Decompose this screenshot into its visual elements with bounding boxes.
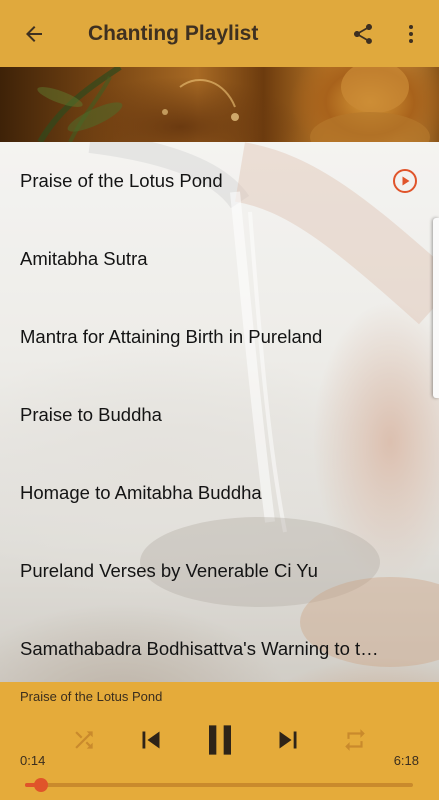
track-title: Praise of the Lotus Pond bbox=[20, 170, 223, 191]
track-title: Praise to Buddha bbox=[20, 404, 162, 425]
track-title: Pureland Verses by Venerable Ci Yu bbox=[20, 560, 318, 581]
current-time: 0:14 bbox=[20, 753, 46, 768]
total-time: 6:18 bbox=[393, 753, 419, 768]
arrow-left-icon bbox=[25, 25, 42, 42]
list-item[interactable]: Pureland Verses by Venerable Ci Yu bbox=[0, 532, 439, 610]
list-item[interactable]: Amitabha Sutra bbox=[0, 220, 439, 298]
skip-previous-icon bbox=[142, 731, 160, 749]
more-options-button[interactable] bbox=[387, 0, 435, 67]
shuffle-button[interactable] bbox=[62, 718, 106, 762]
more-vert-icon bbox=[409, 24, 413, 43]
seek-bar-thumb[interactable] bbox=[33, 778, 48, 792]
pause-icon bbox=[209, 725, 231, 755]
back-button[interactable] bbox=[0, 0, 67, 67]
page-title: Chanting Playlist bbox=[88, 21, 259, 45]
list-item[interactable]: Samathabadra Bodhisattva's Warning to th… bbox=[0, 610, 439, 682]
skip-next-icon bbox=[279, 731, 297, 749]
track-title: Amitabha Sutra bbox=[20, 248, 148, 269]
share-icon bbox=[354, 23, 372, 44]
playlist: Praise of the Lotus Pond Amitabha Sutra … bbox=[0, 142, 439, 682]
share-button[interactable] bbox=[339, 0, 387, 67]
previous-button[interactable] bbox=[127, 718, 175, 762]
seek-bar[interactable] bbox=[25, 778, 413, 792]
repeat-button[interactable] bbox=[333, 718, 377, 762]
repeat-icon bbox=[345, 729, 365, 751]
track-title: Homage to Amitabha Buddha bbox=[20, 482, 262, 503]
list-item[interactable]: Praise of the Lotus Pond bbox=[0, 142, 439, 220]
header-banner-image bbox=[0, 67, 439, 142]
track-title: Samathabadra Bodhisattva's Warning to th… bbox=[20, 638, 379, 659]
player-controls bbox=[0, 718, 439, 762]
shuffle-icon bbox=[75, 731, 93, 749]
list-item[interactable]: Mantra for Attaining Birth in Pureland bbox=[0, 298, 439, 376]
now-playing-title: Praise of the Lotus Pond bbox=[20, 689, 163, 704]
next-button[interactable] bbox=[264, 718, 312, 762]
app-bar: Chanting Playlist bbox=[0, 0, 439, 67]
play-circle-icon[interactable] bbox=[392, 168, 418, 194]
list-item[interactable]: Homage to Amitabha Buddha bbox=[0, 454, 439, 532]
scrollbar[interactable] bbox=[433, 218, 439, 398]
player-bar: Praise of the Lotus Pond 0:14 6:18 bbox=[0, 682, 439, 800]
track-title: Mantra for Attaining Birth in Pureland bbox=[20, 326, 323, 347]
pause-button[interactable] bbox=[194, 718, 246, 762]
list-item[interactable]: Praise to Buddha bbox=[0, 376, 439, 454]
